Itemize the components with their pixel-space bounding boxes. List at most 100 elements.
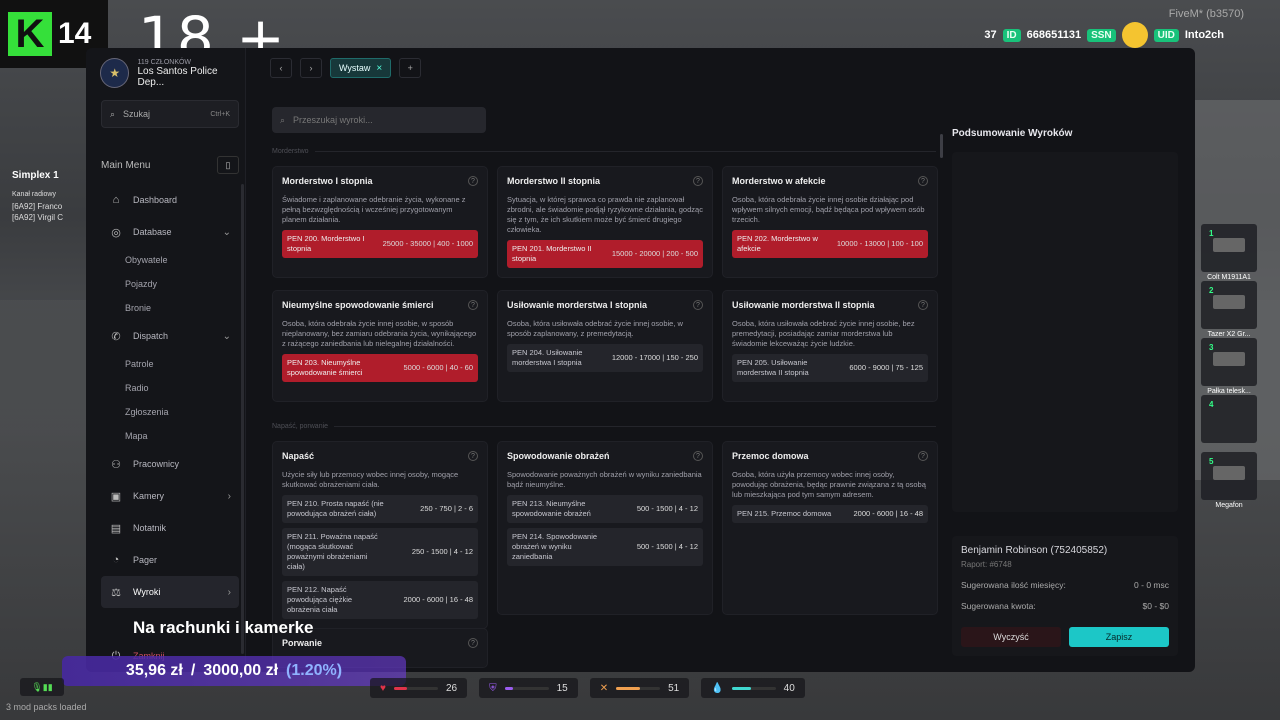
- sidebar-item-dispatch[interactable]: ✆ Dispatch ⌄: [101, 320, 239, 352]
- help-icon[interactable]: ?: [918, 451, 928, 461]
- penalty-item[interactable]: PEN 213. Nieumyślne spowodowanie obrażeń…: [507, 495, 703, 523]
- card-title: Morderstwo II stopnia?: [507, 176, 703, 186]
- penalty-item[interactable]: PEN 201. Morderstwo II stopnia 15000 - 20…: [507, 240, 703, 268]
- penalty-card[interactable]: Morderstwo II stopnia? Sytuacja, w której…: [497, 166, 713, 278]
- penalty-card[interactable]: Napaść? Użycie siły lub przemocy wobec in…: [272, 441, 488, 629]
- sidebar-subitem-bronie[interactable]: Bronie: [101, 296, 239, 320]
- penalty-item[interactable]: PEN 202. Morderstwo w afekcie 10000 - 130…: [732, 230, 928, 258]
- help-icon[interactable]: ?: [693, 300, 703, 310]
- card-description: Osoba, która użyła przemocy wobec innej …: [732, 470, 926, 499]
- help-icon[interactable]: ?: [468, 300, 478, 310]
- save-button[interactable]: Zapisz: [1069, 627, 1169, 647]
- penalty-item[interactable]: PEN 214. Spowodowanie obrażeń w wyniku z…: [507, 528, 703, 566]
- amount-row: Sugerowana kwota: $0 - $0: [961, 601, 1169, 611]
- penalties-content: ⌕ Przeszukaj wyroki... Morderstwo Napaść…: [270, 106, 940, 672]
- sidebar-subitem-mapa[interactable]: Mapa: [101, 424, 239, 448]
- penalty-item[interactable]: PEN 210. Prosta napaść (nie powodująca o…: [282, 495, 478, 523]
- main-menu-label: Main Menu: [101, 159, 151, 171]
- penalty-card[interactable]: Nieumyślne spowodowanie śmierci? Osoba, k…: [272, 290, 488, 402]
- clear-button[interactable]: Wyczyść: [961, 627, 1061, 647]
- section-header: Morderstwo: [272, 148, 936, 155]
- close-icon[interactable]: ×: [376, 63, 382, 74]
- sidebar-item-kamery[interactable]: ▣ Kamery ›: [101, 480, 239, 512]
- penalty-item[interactable]: PEN 211. Poważna napaść (mogąca skutkowa…: [282, 528, 478, 576]
- penalty-card[interactable]: Morderstwo I stopnia? Świadome i zaplanow…: [272, 166, 488, 278]
- mdt-window: ★ 119 CZŁONKÓW Los Santos Police Dep... …: [86, 48, 1195, 672]
- item-icon: [1213, 352, 1245, 366]
- goal-separator: /: [190, 662, 196, 679]
- item-icon: [1213, 466, 1245, 480]
- penalty-item[interactable]: PEN 200. Morderstwo I stopnia 25000 - 350…: [282, 230, 478, 258]
- status-heart: ♥ 26: [370, 678, 468, 698]
- penalty-item[interactable]: PEN 204. Usiłowanie morderstwa I stopnia…: [507, 344, 703, 372]
- penalty-card[interactable]: Spowodowanie obrażeń? Spowodowanie poważn…: [497, 441, 713, 615]
- card-title: Morderstwo w afekcie?: [732, 176, 928, 186]
- penalty-label: PEN 211. Poważna napaść (mogąca skutkowa…: [287, 532, 378, 571]
- sidebar-item-dashboard[interactable]: ⌂ Dashboard: [101, 184, 239, 216]
- help-icon[interactable]: ?: [468, 176, 478, 186]
- mod-packs-status: 3 mod packs loaded: [6, 702, 87, 712]
- forward-button[interactable]: ›: [300, 58, 322, 78]
- sidebar-nav: ⌂ Dashboard ◎ Database ⌄ Obywatele Pojazdy …: [101, 184, 239, 672]
- months-value: 0 - 0 msc: [1134, 580, 1169, 590]
- penalty-card[interactable]: Usiłowanie morderstwa I stopnia? Osoba, k…: [497, 290, 713, 402]
- sidebar-toggle-icon[interactable]: ▯: [217, 156, 239, 174]
- hotbar-slot[interactable]: 1 Colt M1911A1: [1201, 224, 1257, 281]
- help-icon[interactable]: ?: [918, 300, 928, 310]
- penalty-search-input[interactable]: ⌕ Przeszukaj wyroki...: [272, 107, 486, 133]
- add-tab-button[interactable]: +: [399, 58, 422, 78]
- penalty-label: PEN 202. Morderstwo w afekcie: [737, 234, 818, 253]
- penalty-card[interactable]: Morderstwo w afekcie? Osoba, która odebra…: [722, 166, 938, 278]
- slot-label: Pałka telesk...: [1207, 388, 1251, 395]
- microphone-icon: 🎙▮▮: [20, 678, 64, 696]
- help-icon[interactable]: ?: [468, 451, 478, 461]
- status-bar: [616, 686, 661, 690]
- months-label: Sugerowana ilość miesięcy:: [961, 580, 1066, 590]
- content-scrollbar[interactable]: [940, 134, 943, 158]
- penalty-card[interactable]: Przemoc domowa? Osoba, która użyła przemo…: [722, 441, 938, 615]
- suspect-name: Benjamin Robinson (752405852): [961, 545, 1108, 556]
- penalty-item[interactable]: PEN 212. Napaść powodująca ciężkie obraż…: [282, 581, 478, 619]
- penalty-value: 250 - 1500 | 4 - 12: [411, 547, 473, 556]
- tab-wystaw[interactable]: Wystaw ×: [330, 58, 392, 78]
- fivem-build: FiveM* (b3570): [1168, 8, 1244, 20]
- sidebar-subitem-pojazdy[interactable]: Pojazdy: [101, 272, 239, 296]
- sidebar-item-pager[interactable]: ◔ Pager: [101, 544, 239, 576]
- sidebar-subitem-radio[interactable]: Radio: [101, 376, 239, 400]
- item-icon: [1213, 295, 1245, 309]
- back-button[interactable]: ‹: [270, 58, 292, 78]
- card-description: Świadome i zaplanowane odebranie życia, …: [282, 195, 466, 224]
- card-title: Napaść?: [282, 451, 478, 461]
- player-status-bar: ♥ 26 ⛨ 15 ✕ 51 💧 40: [370, 678, 805, 698]
- help-icon[interactable]: ?: [693, 451, 703, 461]
- hotbar-slot[interactable]: 5 Megafon: [1201, 452, 1257, 509]
- hotbar-slot[interactable]: 2 Tazer X2 Gr...: [1201, 281, 1257, 338]
- hotbar-slot[interactable]: 4: [1201, 395, 1257, 443]
- sidebar-item-pracownicy[interactable]: ⚇ Pracownicy: [101, 448, 239, 480]
- sidebar-search[interactable]: ⌕ Szukaj Ctrl+K: [101, 100, 239, 128]
- inventory-hotbar: 1 Colt M1911A1 2 Tazer X2 Gr... 3 Pałka teles…: [1201, 224, 1257, 509]
- sidebar-subitem-obywatele[interactable]: Obywatele: [101, 248, 239, 272]
- sidebar-item-wyroki[interactable]: ⚖ Wyroki ›: [101, 576, 239, 608]
- penalty-item[interactable]: PEN 215. Przemoc domowa 2000 - 6000 | 16 …: [732, 505, 928, 523]
- sidebar-subitem-patrole[interactable]: Patrole: [101, 352, 239, 376]
- sidebar-scrollbar[interactable]: [241, 184, 244, 654]
- card-title: Usiłowanie morderstwa I stopnia?: [507, 300, 703, 310]
- card-title-text: Morderstwo II stopnia: [507, 176, 601, 186]
- penalty-item[interactable]: PEN 205. Usiłowanie morderstwa II stopni…: [732, 354, 928, 382]
- sidebar-item-database[interactable]: ◎ Database ⌄: [101, 216, 239, 248]
- help-icon[interactable]: ?: [918, 176, 928, 186]
- brand-label: Into2ch: [1184, 29, 1224, 41]
- penalty-item[interactable]: PEN 203. Nieumyślne spowodowanie śmierci…: [282, 354, 478, 382]
- sidebar-item-notatnik[interactable]: ▤ Notatnik: [101, 512, 239, 544]
- help-icon[interactable]: ?: [693, 176, 703, 186]
- penalty-value: 500 - 1500 | 4 - 12: [636, 504, 698, 513]
- penalty-card[interactable]: Usiłowanie morderstwa II stopnia? Osoba, …: [722, 290, 938, 402]
- penalty-label: PEN 213. Nieumyślne spowodowanie obrażeń: [512, 499, 591, 518]
- organization-header: ★ 119 CZŁONKÓW Los Santos Police Dep...: [100, 58, 245, 88]
- help-icon[interactable]: ?: [468, 638, 478, 648]
- sidebar-subitem-zgloszenia[interactable]: Zgłoszenia: [101, 400, 239, 424]
- hotbar-slot[interactable]: 3 Pałka telesk...: [1201, 338, 1257, 395]
- penalty-label: PEN 204. Usiłowanie morderstwa I stopnia: [512, 348, 583, 367]
- penalty-value: 6000 - 9000 | 75 - 125: [849, 363, 923, 372]
